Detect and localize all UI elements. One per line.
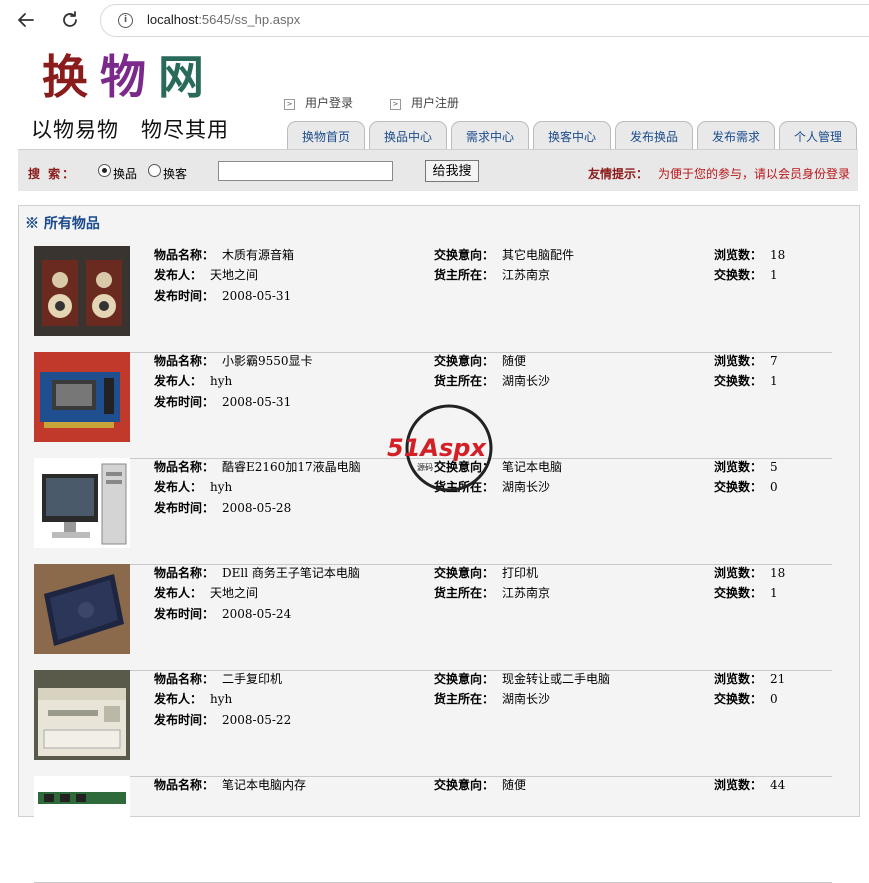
item-swaps: 交换数： 0 bbox=[714, 692, 778, 706]
radio-items-label[interactable]: 换品 bbox=[113, 165, 137, 182]
item-name[interactable]: 物品名称： DEll 商务王子笔记本电脑 bbox=[154, 564, 360, 581]
item-location: 货主所在： 湖南长沙 bbox=[434, 374, 551, 388]
item-location: 货主所在： 江苏南京 bbox=[434, 268, 551, 282]
item-poster: 发布人： 天地之间 bbox=[154, 586, 259, 600]
listing-title: ※ 所有物品 bbox=[25, 216, 100, 232]
item-views: 浏览数： 18 bbox=[714, 566, 786, 580]
item-views: 浏览数： 44 bbox=[714, 778, 786, 792]
arrow-icon: > bbox=[390, 99, 401, 110]
logo-char: 物 bbox=[100, 50, 158, 104]
item-location: 货主所在： 湖南长沙 bbox=[434, 692, 551, 706]
tab-personal[interactable]: 个人管理 bbox=[779, 121, 857, 149]
item-thumbnail[interactable] bbox=[34, 458, 130, 548]
list-item: 物品名称： 木质有源音箱 发布人： 天地之间 发布时间： 2008-05-31 交换意… bbox=[34, 246, 832, 353]
info-icon[interactable]: i bbox=[118, 13, 133, 28]
tip-label: 友情提示： bbox=[588, 167, 649, 181]
list-item: 物品名称： 酷睿E2160加17液晶电脑 发布人： hyh 发布时间： 2008-05… bbox=[34, 458, 832, 565]
item-time: 发布时间： 2008-05-22 bbox=[154, 713, 292, 727]
item-name[interactable]: 物品名称： 木质有源音箱 bbox=[154, 246, 294, 263]
list-item: 物品名称： DEll 商务王子笔记本电脑 发布人： 天地之间 发布时间： 2008-0… bbox=[34, 564, 832, 671]
list-item: 物品名称： 二手复印机 发布人： hyh 发布时间： 2008-05-22 交换意向：… bbox=[34, 670, 832, 777]
item-poster: 发布人： hyh bbox=[154, 374, 233, 388]
site-slogan: 以物易物 物尽其用 bbox=[31, 118, 229, 142]
tab-item-center[interactable]: 换品中心 bbox=[369, 121, 447, 149]
item-swaps: 交换数： 1 bbox=[714, 268, 778, 282]
item-views: 浏览数： 18 bbox=[714, 248, 786, 262]
item-time: 发布时间： 2008-05-28 bbox=[154, 501, 292, 515]
item-swaps: 交换数： 0 bbox=[714, 480, 778, 494]
list-item: 物品名称： 小影霸9550显卡 发布人： hyh 发布时间： 2008-05-31 交… bbox=[34, 352, 832, 459]
item-name[interactable]: 物品名称： 酷睿E2160加17液晶电脑 bbox=[154, 458, 361, 475]
radio-traders[interactable] bbox=[148, 164, 161, 177]
tab-home[interactable]: 换物首页 bbox=[287, 121, 365, 149]
register-link[interactable]: > 用户注册 bbox=[390, 94, 459, 111]
item-want: 交换意向： 随便 bbox=[434, 778, 527, 792]
search-button[interactable]: 给我搜 bbox=[425, 160, 479, 182]
item-name[interactable]: 物品名称： 小影霸9550显卡 bbox=[154, 352, 313, 369]
item-poster: 发布人： hyh bbox=[154, 692, 233, 706]
item-location: 货主所在： 湖南长沙 bbox=[434, 480, 551, 494]
item-poster: 发布人： 天地之间 bbox=[154, 268, 259, 282]
tab-post-demand[interactable]: 发布需求 bbox=[697, 121, 775, 149]
tab-post-item[interactable]: 发布换品 bbox=[615, 121, 693, 149]
tab-demand-center[interactable]: 需求中心 bbox=[451, 121, 529, 149]
logo-char: 网 bbox=[158, 50, 216, 104]
item-time: 发布时间： 2008-05-24 bbox=[154, 607, 292, 621]
back-icon[interactable] bbox=[14, 8, 38, 32]
item-views: 浏览数： 7 bbox=[714, 354, 778, 368]
radio-traders-label[interactable]: 换客 bbox=[163, 165, 187, 182]
item-thumbnail[interactable] bbox=[34, 246, 130, 336]
address-bar[interactable]: i localhost:5645/ss_hp.aspx bbox=[100, 4, 869, 37]
item-views: 浏览数： 21 bbox=[714, 672, 786, 686]
tab-trader-center[interactable]: 换客中心 bbox=[533, 121, 611, 149]
item-swaps: 交换数： 1 bbox=[714, 374, 778, 388]
item-thumbnail[interactable] bbox=[34, 564, 130, 654]
item-views: 浏览数： 5 bbox=[714, 460, 778, 474]
item-thumbnail[interactable] bbox=[34, 776, 130, 866]
item-want: 交换意向： 笔记本电脑 bbox=[434, 460, 563, 474]
radio-items[interactable] bbox=[98, 164, 111, 177]
site-logo[interactable]: 换物网 bbox=[42, 48, 216, 106]
browser-toolbar: i localhost:5645/ss_hp.aspx bbox=[0, 0, 869, 40]
arrow-icon: > bbox=[284, 99, 295, 110]
item-want: 交换意向： 随便 bbox=[434, 354, 527, 368]
search-input[interactable] bbox=[218, 161, 393, 181]
logo-char: 换 bbox=[42, 50, 100, 104]
item-thumbnail[interactable] bbox=[34, 352, 130, 442]
item-want: 交换意向： 其它电脑配件 bbox=[434, 248, 575, 262]
listing-panel: ※ 所有物品 物品名称： 木质有源音箱 发布人： 天地之间 发布时间： 2008-05… bbox=[18, 205, 860, 883]
item-name[interactable]: 物品名称： 笔记本电脑内存 bbox=[154, 776, 306, 793]
item-swaps: 交换数： 1 bbox=[714, 586, 778, 600]
list-item: 物品名称： 笔记本电脑内存 交换意向： 随便 浏览数： 44 bbox=[34, 776, 832, 883]
item-want: 交换意向： 现金转让或二手电脑 bbox=[434, 672, 611, 686]
item-time: 发布时间： 2008-05-31 bbox=[154, 395, 292, 409]
search-label: 搜 索： bbox=[28, 167, 77, 181]
item-thumbnail[interactable] bbox=[34, 670, 130, 760]
login-link[interactable]: > 用户登录 bbox=[284, 94, 353, 111]
reload-icon[interactable] bbox=[58, 8, 82, 32]
item-want: 交换意向： 打印机 bbox=[434, 566, 539, 580]
tip-text: 为便于您的参与，请以会员身份登录 bbox=[658, 167, 851, 181]
search-bar: 搜 索： 换品 换客 给我搜 友情提示： 为便于您的参与，请以会员身份登录 bbox=[18, 149, 858, 191]
item-poster: 发布人： hyh bbox=[154, 480, 233, 494]
item-time: 发布时间： 2008-05-31 bbox=[154, 289, 292, 303]
url-text[interactable]: localhost:5645/ss_hp.aspx bbox=[147, 12, 300, 27]
item-location: 货主所在： 江苏南京 bbox=[434, 586, 551, 600]
item-name[interactable]: 物品名称： 二手复印机 bbox=[154, 670, 282, 687]
